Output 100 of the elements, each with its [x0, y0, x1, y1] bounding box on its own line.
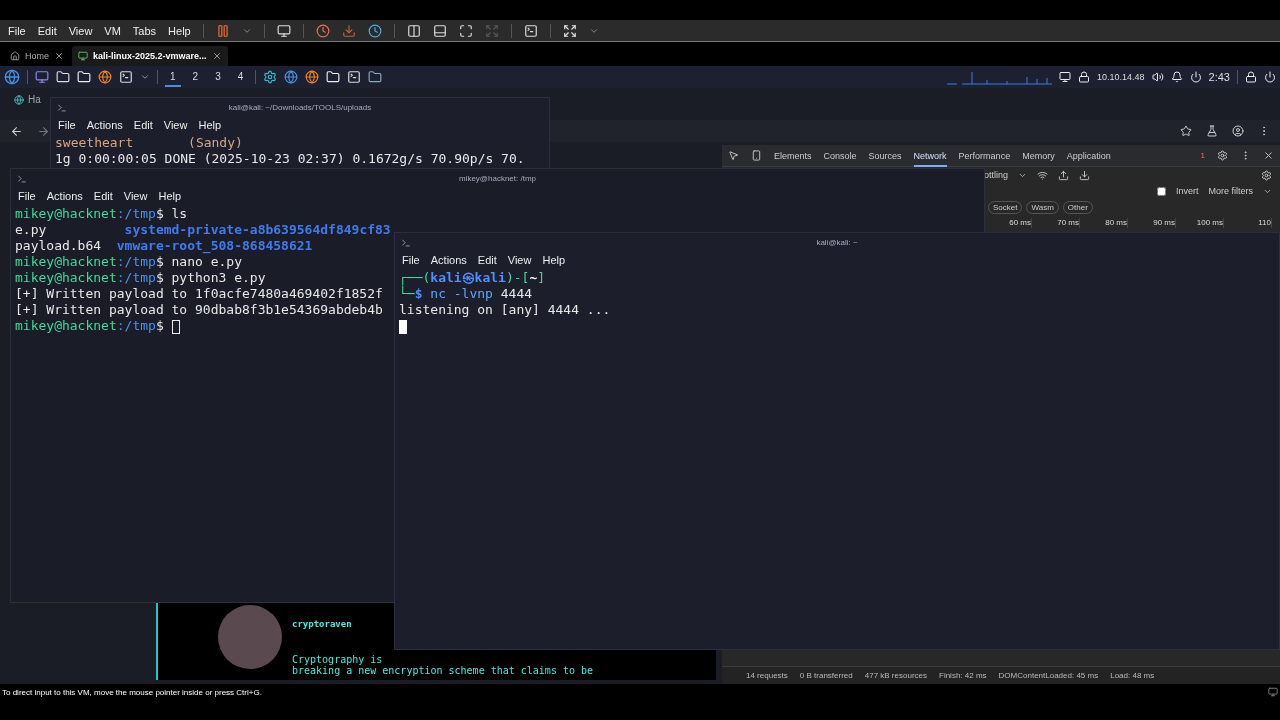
menu-item[interactable]: Help [198, 119, 222, 131]
flask-icon[interactable] [1206, 125, 1218, 137]
menu-item[interactable]: File [402, 254, 420, 266]
menu-item[interactable]: Help [168, 24, 191, 37]
download-icon[interactable] [1079, 169, 1091, 181]
power-icon[interactable] [1189, 71, 1202, 83]
timeline-tick: 90 ms [1128, 218, 1176, 228]
post-author: cryptoraven [292, 619, 353, 629]
wifi-icon[interactable] [1037, 169, 1049, 181]
logout-icon[interactable] [1264, 71, 1276, 83]
menu-item[interactable]: Edit [37, 24, 57, 37]
menu-item[interactable]: Actions [46, 190, 83, 202]
throttling-select[interactable]: ottling [984, 170, 1009, 180]
close-icon[interactable] [211, 51, 222, 61]
browser-icon[interactable] [284, 70, 299, 84]
devtools-tab[interactable]: Console [823, 144, 857, 167]
terminal-icon[interactable] [347, 70, 362, 84]
devtools-tab[interactable]: Memory [1022, 144, 1055, 167]
terminal-text: $ [155, 318, 165, 333]
fullscreen-icon[interactable] [458, 23, 473, 38]
columns-icon[interactable] [406, 23, 421, 38]
menu-item[interactable]: Actions [86, 119, 123, 131]
terminal-text: mikey@hacknet [15, 206, 117, 221]
terminal-text: 4444 [500, 286, 533, 301]
terminal-text: listening on [any] 4444 ... [399, 302, 611, 317]
devtools-tab[interactable]: Application [1066, 144, 1111, 167]
device-icon[interactable] [751, 150, 762, 161]
menu-item[interactable]: Help [542, 254, 566, 266]
terminal-text: mikey@hacknet [15, 318, 117, 333]
terminal-icon[interactable] [523, 23, 538, 38]
menu-item[interactable]: Edit [93, 190, 113, 202]
upload-icon[interactable] [1058, 169, 1070, 181]
inspect-icon[interactable] [728, 150, 739, 161]
devtools-tab[interactable]: Sources [868, 144, 902, 167]
browser-icon[interactable] [98, 70, 112, 84]
monitor-icon[interactable] [1059, 71, 1072, 83]
clock: 2:43 [1208, 71, 1230, 83]
text-cursor [171, 319, 180, 334]
close-icon[interactable] [54, 51, 64, 61]
caret-icon[interactable] [140, 72, 150, 82]
error-count: 1 [1200, 151, 1205, 160]
desktop-icon[interactable] [35, 70, 49, 84]
workspace-switch[interactable]: 4 [232, 67, 249, 87]
menu-item[interactable]: Edit [477, 254, 497, 266]
menu-item[interactable]: Edit [133, 119, 153, 131]
settings-icon[interactable] [1217, 150, 1228, 161]
checkbox[interactable] [1156, 186, 1166, 196]
menu-item[interactable]: File [58, 119, 76, 131]
back-icon[interactable] [10, 124, 23, 138]
home-icon [10, 51, 20, 61]
folder-icon[interactable] [368, 70, 383, 84]
pause-icon[interactable] [215, 23, 230, 38]
workspace-switch[interactable]: 2 [187, 67, 204, 87]
menu-item[interactable]: Actions [430, 254, 467, 266]
vm-tab[interactable]: Home [4, 46, 70, 66]
terminal-text: payload.b64 [15, 238, 103, 253]
ip-address: 10.10.14.48 [1097, 72, 1145, 82]
menu-item[interactable]: Help [158, 190, 182, 202]
menu-item[interactable]: Tabs [132, 24, 157, 37]
timeline-tick: 80 ms [1080, 218, 1128, 228]
profile-icon[interactable] [1232, 125, 1244, 137]
app-icon[interactable] [263, 70, 278, 84]
terminal-icon[interactable] [119, 70, 133, 84]
panel-icon[interactable] [432, 23, 447, 38]
vpn-icon[interactable] [1078, 71, 1091, 83]
menu-item[interactable]: File [8, 24, 26, 37]
lock-icon[interactable] [1245, 71, 1257, 83]
devtools-tab[interactable]: Network [913, 144, 947, 167]
forward-icon[interactable] [37, 124, 50, 138]
devtools-tab[interactable]: Performance [958, 144, 1011, 167]
close-icon[interactable] [1263, 150, 1274, 161]
workspace-switch[interactable]: 1 [165, 67, 181, 87]
expand-icon[interactable] [562, 23, 577, 38]
menu-item[interactable]: View [507, 254, 532, 266]
settings-icon[interactable] [1261, 169, 1272, 181]
terminal-text: $ nano e.py [155, 254, 242, 269]
network-summary: DOMContentLoaded: 45 ms [998, 671, 1099, 680]
bell-icon[interactable] [1170, 71, 1183, 83]
clock-icon[interactable] [367, 23, 382, 38]
menu-item[interactable]: VM [104, 24, 121, 37]
browser-icon[interactable] [305, 70, 320, 84]
terminal-text: └─ [399, 286, 415, 301]
menu-item[interactable]: View [163, 119, 188, 131]
post-text: Cryptography is [292, 655, 383, 665]
star-icon[interactable] [1180, 125, 1192, 137]
workspace-switch[interactable]: 3 [210, 67, 226, 87]
more-filters-button[interactable]: More filters [1208, 186, 1253, 196]
monitor-icon[interactable] [276, 23, 291, 38]
browser-tab[interactable]: Ha [28, 94, 41, 105]
clock-icon[interactable] [315, 23, 330, 38]
network-summary: 14 requests [746, 671, 788, 680]
menu-item[interactable]: File [18, 190, 36, 202]
volume-icon[interactable] [1151, 71, 1164, 83]
device-icon[interactable] [1268, 687, 1278, 697]
devtools-tab[interactable]: Elements [774, 144, 812, 167]
terminal-text: )-[ [505, 270, 530, 285]
menu-item[interactable]: View [68, 24, 93, 37]
menu-item[interactable]: View [123, 190, 148, 202]
vm-tab[interactable]: kali-linux-2025.2-vmware... [72, 46, 228, 66]
terminal-text: [+] Written payload to 90dbab8f3b1e54369abdeb4b [15, 302, 383, 317]
